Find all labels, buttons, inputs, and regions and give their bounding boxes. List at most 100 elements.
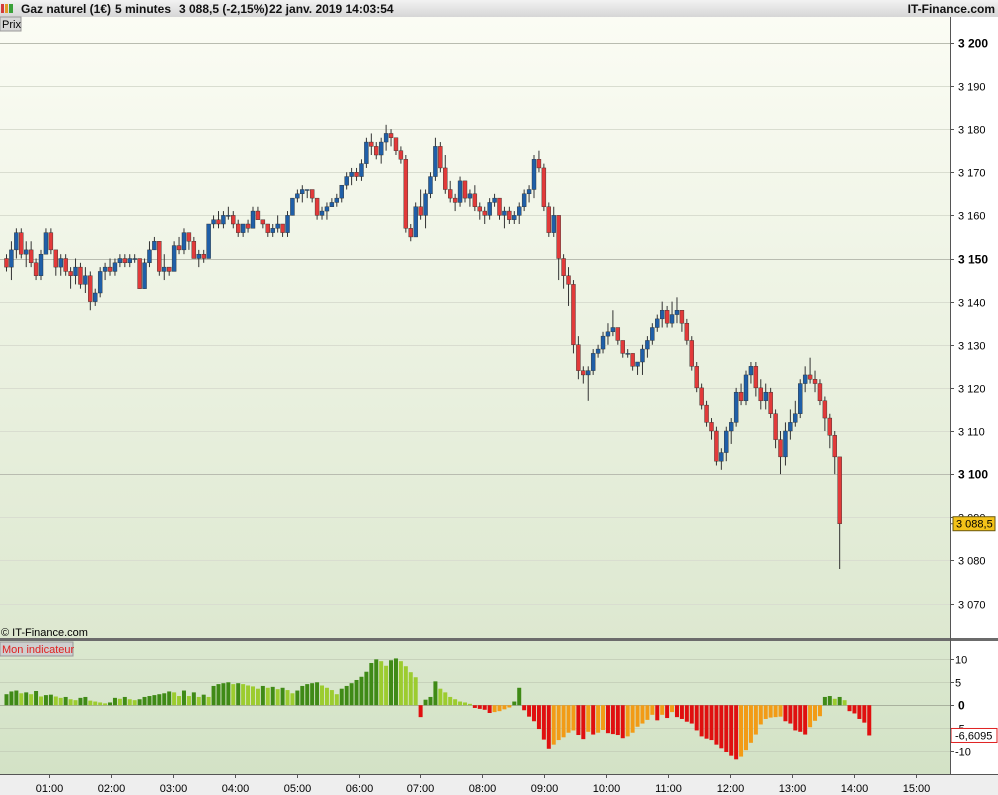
indicator-bar bbox=[571, 705, 576, 731]
time-tick-label: 01:00 bbox=[36, 783, 64, 795]
candle-body bbox=[748, 366, 754, 376]
price-tick-label: 3 180 bbox=[958, 125, 986, 137]
indicator-bar bbox=[778, 705, 783, 717]
indicator-bar bbox=[172, 692, 177, 706]
candle-body bbox=[724, 430, 729, 453]
time-tick-label: 04:00 bbox=[222, 783, 250, 795]
indicator-bar bbox=[719, 705, 724, 749]
indicator-bar bbox=[684, 705, 689, 722]
indicator-bar bbox=[384, 665, 389, 706]
indicator-bar bbox=[773, 705, 778, 718]
candle-body bbox=[674, 310, 680, 315]
indicator-bar bbox=[142, 696, 147, 706]
indicator-bar bbox=[502, 705, 507, 710]
indicator-bar bbox=[536, 705, 541, 730]
indicator-bar bbox=[822, 696, 827, 706]
candle bbox=[157, 241, 162, 276]
price-tick-label: 3 070 bbox=[958, 600, 986, 612]
indicator-bar bbox=[492, 705, 497, 713]
candle-body bbox=[719, 452, 724, 462]
indicator-bar bbox=[462, 702, 467, 706]
candle-body bbox=[620, 340, 625, 354]
candle-body bbox=[457, 180, 463, 203]
window-button-green-icon[interactable] bbox=[9, 4, 13, 13]
price-tick-label: 3 200 bbox=[958, 37, 988, 51]
indicator-bar bbox=[620, 705, 625, 739]
indicator-bar bbox=[211, 685, 216, 706]
candle-body bbox=[157, 241, 162, 272]
candle-body bbox=[664, 310, 670, 324]
datetime-label: 22 janv. 2019 14:03:54 bbox=[269, 2, 394, 16]
candle-body bbox=[822, 400, 828, 419]
time-tick-label: 09:00 bbox=[531, 783, 559, 795]
indicator-last-label: -6,6095 bbox=[955, 730, 992, 742]
candle-body bbox=[309, 189, 315, 199]
indicator-bar bbox=[443, 692, 448, 706]
candle-body bbox=[517, 206, 522, 216]
candle-body bbox=[704, 404, 709, 423]
candle-body bbox=[758, 387, 763, 402]
candle-body bbox=[733, 391, 739, 423]
candle-body bbox=[378, 141, 384, 156]
indicator-bar bbox=[108, 702, 113, 706]
candle-body bbox=[68, 271, 73, 276]
indicator-bar bbox=[477, 705, 482, 709]
indicator-bar bbox=[788, 705, 793, 724]
candle-body bbox=[300, 189, 305, 195]
indicator-bar bbox=[260, 685, 265, 706]
candle bbox=[546, 202, 551, 237]
indicator-bar bbox=[709, 705, 714, 741]
indicator-bar bbox=[196, 696, 201, 706]
indicator-bar bbox=[753, 705, 758, 735]
candle-body bbox=[536, 159, 542, 169]
candle-body bbox=[428, 176, 433, 195]
candle-body bbox=[24, 249, 29, 255]
indicator-bar bbox=[418, 705, 423, 718]
price-tick-label: 3 170 bbox=[958, 168, 986, 180]
window-button-red-icon[interactable] bbox=[1, 4, 4, 13]
candle-body bbox=[812, 379, 818, 384]
indicator-bar bbox=[354, 679, 359, 706]
indicator-bar bbox=[162, 693, 167, 706]
indicator-bar bbox=[546, 705, 551, 749]
indicator-bar bbox=[14, 690, 19, 706]
indicator-bar bbox=[674, 705, 679, 718]
indicator-bar bbox=[670, 705, 675, 713]
indicator-bar bbox=[181, 690, 186, 706]
indicator-bar bbox=[186, 696, 191, 706]
brand-label: IT-Finance.com bbox=[908, 2, 995, 16]
candle-body bbox=[556, 215, 561, 259]
indicator-bar bbox=[527, 705, 532, 717]
indicator-bar bbox=[112, 697, 117, 706]
candle-body bbox=[571, 284, 576, 345]
candle-body bbox=[324, 206, 330, 212]
indicator-bar bbox=[665, 705, 670, 719]
indicator-bar bbox=[349, 683, 354, 706]
candle bbox=[290, 197, 295, 216]
indicator-tick-label: 0 bbox=[958, 699, 965, 713]
window-buttons[interactable] bbox=[1, 4, 13, 13]
candle-body bbox=[162, 266, 167, 272]
candle-body bbox=[236, 223, 241, 233]
indicator-bar bbox=[630, 705, 635, 733]
indicator-tick-label: 5 bbox=[955, 678, 961, 690]
indicator-tick-label: -10 bbox=[955, 747, 971, 759]
indicator-bar bbox=[867, 705, 872, 736]
candle-body bbox=[793, 413, 798, 423]
panel-separator bbox=[0, 638, 998, 641]
indicator-bar bbox=[310, 683, 315, 706]
candle-body bbox=[245, 223, 251, 229]
last-price-label: 3 088,5 bbox=[956, 519, 993, 531]
candle-body bbox=[78, 266, 83, 285]
indicator-bar bbox=[694, 705, 699, 731]
indicator-bar bbox=[561, 705, 566, 738]
indicator-bar bbox=[566, 705, 571, 733]
candle-body bbox=[408, 228, 413, 238]
indicator-bar bbox=[147, 696, 152, 706]
candle-body bbox=[191, 241, 197, 259]
window-button-orange-icon[interactable] bbox=[5, 4, 8, 13]
candle-body bbox=[260, 219, 266, 225]
indicator-bar bbox=[679, 705, 684, 719]
indicator-bar bbox=[53, 696, 58, 706]
time-tick-label: 13:00 bbox=[779, 783, 807, 795]
